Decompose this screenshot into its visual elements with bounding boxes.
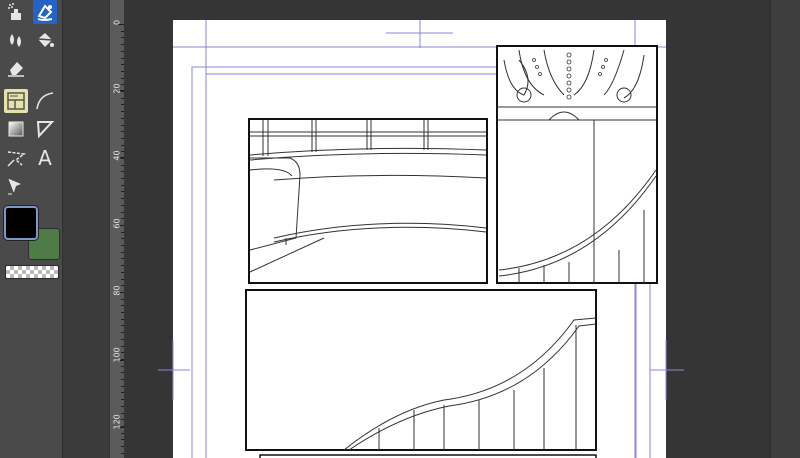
frame-border-tool-icon[interactable] <box>4 89 28 113</box>
airbrush-tool-icon[interactable] <box>4 0 28 24</box>
panel-staircase[interactable] <box>245 289 597 451</box>
transparent-color-swatch[interactable] <box>5 265 59 279</box>
text-tool-icon[interactable]: A <box>33 146 57 170</box>
gradient-tool-icon[interactable] <box>4 117 28 141</box>
lasso-tool-icon[interactable] <box>4 146 28 170</box>
curve-tool-icon[interactable] <box>33 89 57 113</box>
eraser-tool-icon[interactable] <box>4 56 28 80</box>
canvas-area[interactable] <box>124 0 770 458</box>
blend-tool-icon[interactable] <box>4 28 28 52</box>
ruler-label: 60 <box>112 218 122 229</box>
right-panel-scroll[interactable] <box>770 0 800 458</box>
tool-palette: A <box>0 0 63 458</box>
ruler-label: 80 <box>112 285 122 296</box>
ruler-tool-icon[interactable] <box>33 117 57 141</box>
fill-tool-icon[interactable] <box>33 0 57 24</box>
main-drawing-color[interactable] <box>4 206 38 240</box>
toolbar-gutter <box>63 0 109 458</box>
vertical-ruler: 0 20 40 60 80 100 120 <box>109 0 125 458</box>
page-artwork <box>158 20 684 458</box>
operation-tool-icon[interactable] <box>4 174 28 198</box>
ruler-label: 0 <box>112 19 122 26</box>
bucket-tool-icon[interactable] <box>33 28 57 52</box>
panel-room[interactable] <box>248 118 488 284</box>
panel-ornament[interactable] <box>496 45 658 284</box>
